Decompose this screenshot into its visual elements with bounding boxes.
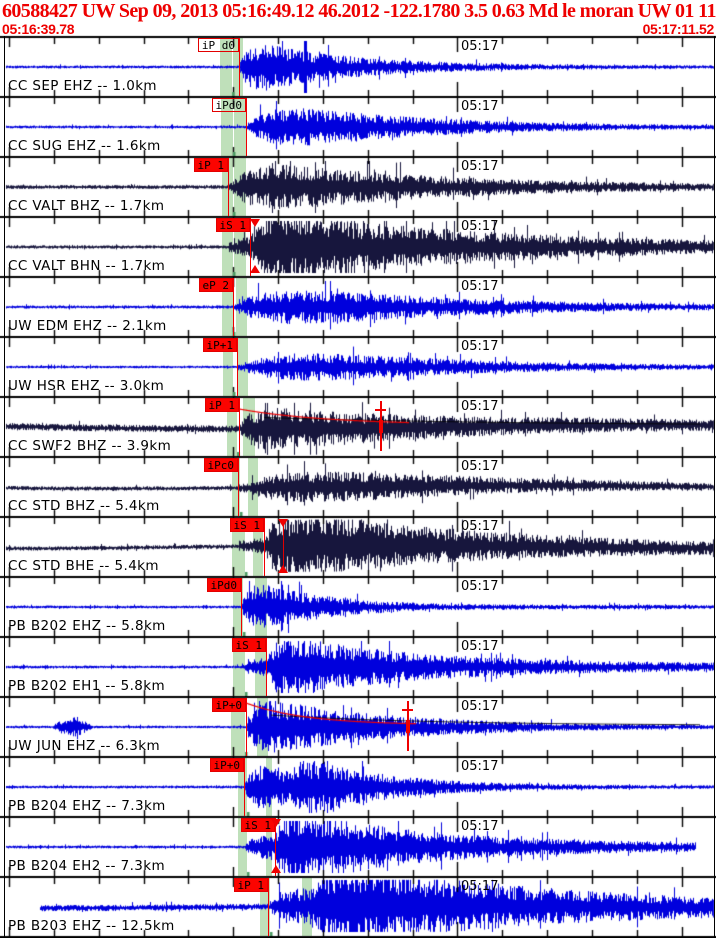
- minute-label: 05:17: [461, 759, 499, 774]
- minute-label: 05:17: [461, 819, 499, 834]
- station-label: CC STD BHE -- 5.4km: [8, 558, 159, 574]
- minute-label: 05:17: [461, 699, 499, 714]
- coda-duration-marker-part: [402, 709, 413, 711]
- trace-panel[interactable]: 05:17 iS 1 CC VALT BHN -- 1.7km: [0, 216, 716, 276]
- pick-flag[interactable]: iS 1: [229, 518, 264, 532]
- station-label: PB B202 EH1 -- 5.8km: [8, 678, 166, 694]
- coda-duration-marker-part: [379, 420, 383, 433]
- minute-label: 05:17: [461, 99, 499, 114]
- pick-flag[interactable]: iP 1: [233, 878, 268, 892]
- station-label: UW HSR EHZ -- 3.0km: [8, 378, 165, 394]
- minute-label: 05:17: [461, 579, 499, 594]
- seismogram-viewer: 60588427 UW Sep 09, 2013 05:16:49.12 46.…: [0, 0, 716, 938]
- minute-label: 05:17: [461, 639, 499, 654]
- event-summary-line: 60588427 UW Sep 09, 2013 05:16:49.12 46.…: [2, 0, 716, 22]
- trace-panel[interactable]: 05:17 eP 2 UW EDM EHZ -- 2.1km: [0, 276, 716, 336]
- pick-flag[interactable]: iS 1: [240, 818, 275, 832]
- trace-panel[interactable]: 05:17 iP+0 PB B204 EHZ -- 7.3km: [0, 756, 716, 816]
- pick-flag[interactable]: iP 1: [204, 398, 239, 412]
- event-header: 60588427 UW Sep 09, 2013 05:16:49.12 46.…: [0, 0, 716, 37]
- station-label: CC STD BHZ -- 5.4km: [8, 498, 160, 514]
- plot-left-border: [4, 36, 5, 938]
- s-window-band: [234, 158, 246, 216]
- coda-duration-marker-part: [406, 720, 410, 733]
- minute-label: 05:17: [461, 459, 499, 474]
- s-window-band: [236, 278, 247, 336]
- trace-end-time: 05:17:11.52: [642, 21, 715, 37]
- s-window-band: [255, 578, 267, 636]
- station-label: UW EDM EHZ -- 2.1km: [8, 318, 167, 334]
- trace-panel[interactable]: 05:17 iP 1 PB B203 EHZ -- 12.5km: [0, 876, 716, 936]
- station-label: CC SUG EHZ -- 1.6km: [8, 138, 161, 154]
- amplitude-marker-up[interactable]: [278, 565, 288, 573]
- trace-panel[interactable]: 05:17 iP d0 CC SEP EHZ -- 1.0km: [0, 36, 716, 96]
- minute-label: 05:17: [461, 519, 499, 534]
- station-label: PB B204 EHZ -- 7.3km: [8, 798, 166, 814]
- amplitude-marker-down[interactable]: [250, 219, 260, 227]
- trace-panel[interactable]: 05:17 iPd0 CC SUG EHZ -- 1.6km: [0, 96, 716, 156]
- minute-label: 05:17: [461, 39, 499, 54]
- pick-flag[interactable]: iPd0: [206, 578, 241, 592]
- minute-label: 05:17: [461, 879, 499, 894]
- pick-flag[interactable]: iP d0: [197, 38, 239, 52]
- pick-flag[interactable]: iP 1: [193, 158, 228, 172]
- station-label: CC SEP EHZ -- 1.0km: [8, 78, 157, 94]
- station-label: CC SWF2 BHZ -- 3.9km: [8, 438, 172, 454]
- trace-panel[interactable]: 05:17 iPd0 PB B202 EHZ -- 5.8km: [0, 576, 716, 636]
- pick-flag[interactable]: iS 1: [215, 218, 250, 232]
- amplitude-span-line: [282, 522, 284, 570]
- trace-panel[interactable]: 05:17 iPc0 CC STD BHZ -- 5.4km: [0, 456, 716, 516]
- station-label: CC VALT BHZ -- 1.7km: [8, 198, 165, 214]
- minute-label: 05:17: [461, 279, 499, 294]
- trace-panel[interactable]: 05:17 iP 1 CC VALT BHZ -- 1.7km: [0, 156, 716, 216]
- trace-panel[interactable]: 05:17 iP+0 UW JUN EHZ -- 6.3km: [0, 696, 716, 756]
- minute-label: 05:17: [461, 159, 499, 174]
- plot-right-border: [714, 36, 715, 938]
- amplitude-marker-up[interactable]: [271, 865, 281, 873]
- s-window-band: [266, 758, 272, 816]
- coda-duration-marker[interactable]: [402, 701, 413, 751]
- station-label: PB B202 EHZ -- 5.8km: [8, 618, 166, 634]
- amplitude-marker-down[interactable]: [271, 819, 281, 827]
- s-window-band: [248, 458, 258, 516]
- minute-label: 05:17: [461, 399, 499, 414]
- station-label: UW JUN EHZ -- 6.3km: [8, 738, 161, 754]
- pick-flag[interactable]: iPc0: [203, 458, 238, 472]
- s-window-band: [257, 698, 268, 756]
- trace-panel[interactable]: 05:17 iS 1 PB B204 EH2 -- 7.3km: [0, 816, 716, 876]
- amplitude-marker-down[interactable]: [278, 519, 288, 527]
- s-window-band: [302, 878, 312, 936]
- station-label: CC VALT BHN -- 1.7km: [8, 258, 166, 274]
- s-window-band: [243, 398, 255, 456]
- trace-panel[interactable]: 05:17 iS 1 PB B202 EH1 -- 5.8km: [0, 636, 716, 696]
- minute-label: 05:17: [461, 219, 499, 234]
- minute-label: 05:17: [461, 339, 499, 354]
- s-window-band: [237, 338, 248, 396]
- pick-flag[interactable]: iP+0: [209, 758, 244, 772]
- pick-flag[interactable]: iS 1: [231, 638, 266, 652]
- pick-flag[interactable]: eP 2: [198, 278, 233, 292]
- trace-panel[interactable]: 05:17 iS 1 CC STD BHE -- 5.4km: [0, 516, 716, 576]
- amplitude-marker-up[interactable]: [250, 265, 260, 273]
- trace-start-time: 05:16:39.78: [2, 21, 75, 37]
- trace-panel[interactable]: 05:17 iP+1 UW HSR EHZ -- 3.0km: [0, 336, 716, 396]
- station-label: PB B203 EHZ -- 12.5km: [8, 918, 175, 934]
- coda-duration-marker[interactable]: [375, 401, 386, 451]
- pick-flag[interactable]: iP+0: [211, 698, 246, 712]
- pick-flag[interactable]: iPd0: [211, 98, 246, 112]
- pick-flag[interactable]: iP+1: [202, 338, 237, 352]
- station-label: PB B204 EH2 -- 7.3km: [8, 858, 166, 874]
- coda-duration-marker-part: [375, 409, 386, 411]
- trace-panel[interactable]: 05:17 iP 1 CC SWF2 BHZ -- 3.9km: [0, 396, 716, 456]
